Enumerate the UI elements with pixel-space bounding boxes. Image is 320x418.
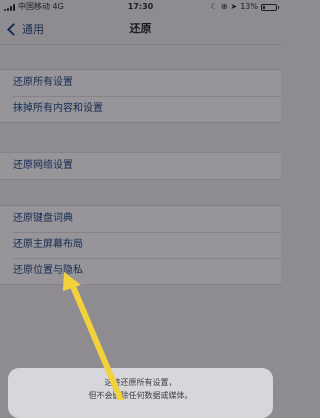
back-button[interactable]: 通用 (6, 17, 44, 41)
reset-group-3: 还原键盘词典 还原主屏幕布局 还原位置与隐私 (0, 205, 281, 285)
location-icon: ➤ (230, 2, 238, 11)
sheet-message-line-2: 但不会删除任何数据或媒体。 (88, 391, 193, 400)
reset-network-settings-label: 还原网络设置 (13, 160, 73, 171)
reset-home-screen-layout-row[interactable]: 还原主屏幕布局 (0, 232, 281, 258)
reset-group-2: 还原网络设置 (0, 152, 281, 180)
reset-home-screen-layout-label: 还原主屏幕布局 (13, 239, 83, 250)
reset-keyboard-dictionary-label: 还原键盘词典 (13, 213, 73, 224)
battery-percent: 13% (240, 2, 258, 11)
reset-network-settings-row[interactable]: 还原网络设置 (0, 153, 281, 179)
reset-keyboard-dictionary-row[interactable]: 还原键盘词典 (0, 206, 281, 232)
status-bar: 中国移动 4G 17:30 ☾ ⊕ ➤ 13% (0, 0, 281, 14)
battery-level-fill (263, 5, 265, 9)
lock-rotation-icon: ⊕ (220, 2, 228, 11)
reset-confirmation-sheet: 这将还原所有设置， 但不会删除任何数据或媒体。 (8, 368, 273, 418)
navigation-bar: 还原 通用 (0, 14, 281, 45)
reset-all-settings-row[interactable]: 还原所有设置 (0, 70, 281, 96)
moon-icon: ☾ (210, 2, 218, 11)
sheet-message-line-1: 这将还原所有设置， (104, 378, 177, 387)
battery-icon (261, 3, 279, 11)
reset-location-privacy-row[interactable]: 还原位置与隐私 (0, 258, 281, 284)
reset-all-settings-label: 还原所有设置 (13, 77, 73, 88)
status-right-icons: ☾ ⊕ ➤ 13% (210, 0, 279, 14)
reset-group-1: 还原所有设置 抹掉所有内容和设置 (0, 69, 281, 123)
back-button-label: 通用 (22, 23, 44, 36)
erase-all-content-label: 抹掉所有内容和设置 (13, 103, 103, 114)
reset-location-privacy-label: 还原位置与隐私 (13, 265, 83, 276)
chevron-left-icon (7, 22, 20, 36)
annotation-arrow-icon (63, 272, 124, 400)
erase-all-content-row[interactable]: 抹掉所有内容和设置 (0, 96, 281, 122)
